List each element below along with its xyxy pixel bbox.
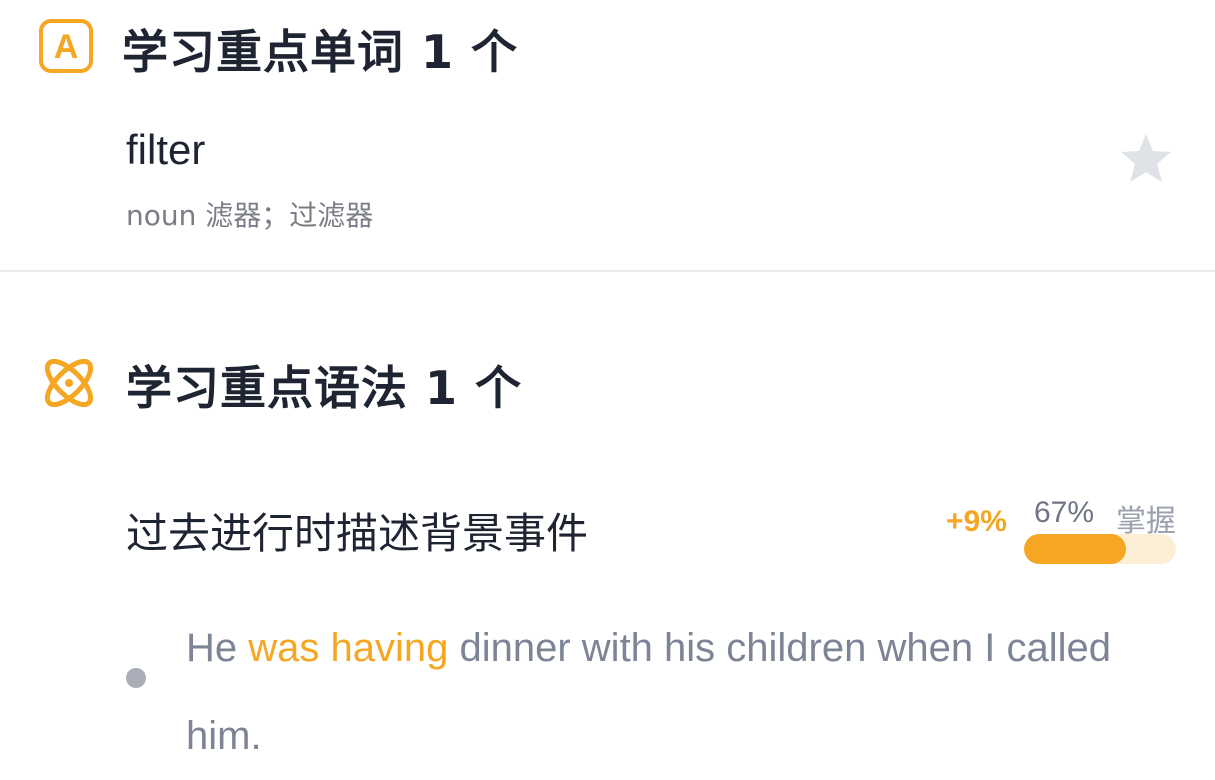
example-highlight: was having <box>248 626 449 670</box>
favorite-star-icon[interactable] <box>1118 132 1174 186</box>
vocab-section-title: 学习重点单词 1 个 <box>122 25 519 79</box>
grammar-section-title: 学习重点语法 1 个 <box>126 361 523 415</box>
grammar-point-title[interactable]: 过去进行时描述背景事件 <box>126 500 588 561</box>
mastery-progress-fill <box>1024 534 1126 564</box>
example-sentence: He was having dinner with his children w… <box>186 604 1146 780</box>
mastery-delta: +9% <box>946 505 1007 538</box>
mastery-percent: 67% <box>1034 496 1095 529</box>
bullet-dot <box>126 668 146 688</box>
vocab-definition: noun 滤器；过滤器 <box>126 199 374 232</box>
section-divider <box>0 270 1215 272</box>
svg-text:A: A <box>54 28 79 66</box>
vocab-word[interactable]: filter <box>126 126 205 174</box>
example-before: He <box>186 626 249 670</box>
mastery-progress-bar <box>1024 534 1176 564</box>
atom-icon <box>38 352 100 414</box>
letter-a-icon: A <box>38 18 94 74</box>
